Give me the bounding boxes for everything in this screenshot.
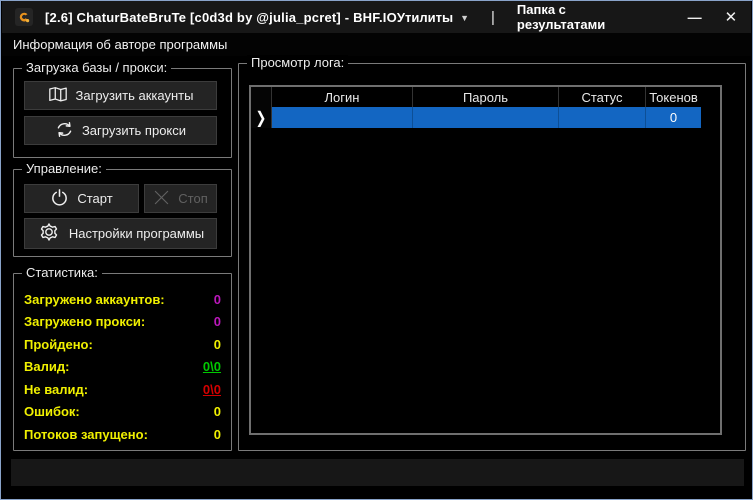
row-marker-cell: ❯ (251, 107, 272, 128)
group-log-title: Просмотр лога: (247, 55, 348, 70)
log-table: Логин Пароль Статус Токенов ❯ 0 (249, 85, 722, 435)
group-log-view: Просмотр лога: Логин Пароль Статус Токен… (238, 63, 746, 451)
cell-login (272, 107, 413, 128)
app-logo-icon (15, 8, 33, 26)
group-load-base-proxy: Загрузка базы / прокси: Загрузить аккаун… (13, 68, 232, 158)
menu-separator: | (491, 9, 495, 26)
stat-loaded-accounts: Загружено аккаунтов: 0 (24, 288, 221, 311)
power-icon (50, 188, 69, 210)
settings-label: Настройки программы (69, 226, 204, 241)
group-statistics: Статистика: Загружено аккаунтов: 0 Загру… (13, 273, 232, 451)
close-button[interactable]: ✕ (713, 1, 749, 33)
column-header-password[interactable]: Пароль (413, 87, 559, 107)
group-load-title: Загрузка базы / прокси: (22, 60, 171, 75)
menu-results-folder[interactable]: Папка с результатами (517, 2, 639, 32)
column-header-status[interactable]: Статус (559, 87, 646, 107)
stat-threads: Потоков запущено: 0 (24, 423, 221, 446)
stat-invalid: Не валид: 0\0 (24, 378, 221, 401)
group-control: Управление: Старт Стоп (13, 169, 232, 257)
cell-password (413, 107, 559, 128)
minimize-button[interactable]: — (677, 1, 713, 33)
chevron-down-icon: ▼ (460, 13, 469, 23)
window-title: [2.6] ChaturBateBruTe [c0d3d by @julia_p… (45, 10, 397, 25)
row-marker-icon: ❯ (256, 108, 267, 128)
menu-utilities[interactable]: Утилиты ▼ (397, 10, 469, 25)
title-bar: [2.6] ChaturBateBruTe [c0d3d by @julia_p… (2, 1, 751, 33)
gear-icon (37, 220, 61, 247)
cell-tokens: 0 (646, 107, 701, 128)
group-statistics-title: Статистика: (22, 265, 102, 280)
row-header-corner (251, 87, 272, 107)
stat-loaded-proxies: Загружено прокси: 0 (24, 311, 221, 334)
log-table-header: Логин Пароль Статус Токенов (251, 87, 720, 107)
app-window: [2.6] ChaturBateBruTe [c0d3d by @julia_p… (0, 0, 753, 500)
cell-status (559, 107, 646, 128)
stop-button[interactable]: Стоп (144, 184, 217, 213)
column-header-tokens[interactable]: Токенов (646, 87, 701, 107)
start-label: Старт (77, 191, 112, 206)
menu-about-author[interactable]: Информация об авторе программы (13, 37, 227, 52)
refresh-icon (55, 120, 74, 142)
group-control-title: Управление: (22, 161, 106, 176)
title-menu: Утилиты ▼ | Папка с результатами — ✕ (397, 1, 751, 33)
load-proxy-label: Загрузить прокси (82, 123, 186, 138)
x-icon (153, 189, 170, 209)
menu-bar: Информация об авторе программы (2, 33, 751, 56)
stop-label: Стоп (178, 191, 207, 206)
settings-button[interactable]: Настройки программы (24, 218, 217, 249)
column-header-login[interactable]: Логин (272, 87, 413, 107)
book-icon (48, 86, 68, 106)
table-row-selected[interactable]: ❯ 0 (251, 107, 720, 128)
stat-valid: Валид: 0\0 (24, 356, 221, 379)
load-accounts-button[interactable]: Загрузить аккаунты (24, 81, 217, 110)
load-accounts-label: Загрузить аккаунты (76, 88, 194, 103)
start-button[interactable]: Старт (24, 184, 139, 213)
progress-bar (11, 459, 744, 486)
statistics-list: Загружено аккаунтов: 0 Загружено прокси:… (24, 288, 221, 446)
load-proxy-button[interactable]: Загрузить прокси (24, 116, 217, 145)
stat-errors: Ошибок: 0 (24, 401, 221, 424)
stat-processed: Пройдено: 0 (24, 333, 221, 356)
